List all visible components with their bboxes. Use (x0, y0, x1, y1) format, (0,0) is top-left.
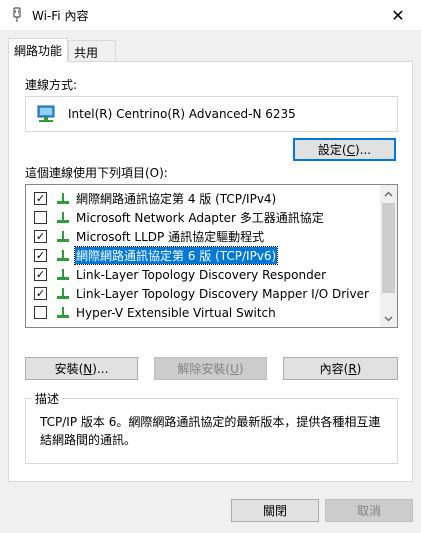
scroll-up-button[interactable] (380, 185, 397, 202)
description-title: 描述 (32, 390, 63, 407)
properties-button[interactable]: 內容(R) (283, 357, 398, 380)
item-checkbox[interactable]: ✓ (34, 287, 47, 300)
tab-networking[interactable]: 網路功能 (8, 38, 69, 62)
networking-panel: 連線方式: Intel(R) Centrino(R) Advanced-N 62… (8, 61, 413, 482)
protocol-icon (57, 288, 69, 299)
install-button-label: 安裝(N)... (54, 362, 109, 376)
chevron-up-icon (384, 191, 393, 196)
network-properties-icon (13, 7, 21, 22)
item-checkbox[interactable]: ✓ (34, 268, 47, 281)
adapter-name: Intel(R) Centrino(R) Advanced-N 6235 (68, 107, 296, 121)
list-item[interactable]: Hyper-V Extensible Virtual Switch (26, 303, 382, 322)
network-adapter-icon (37, 105, 55, 122)
list-item[interactable]: ✓ Link-Layer Topology Discovery Mapper I… (26, 284, 382, 303)
item-label: Microsoft Network Adapter 多工器通訊協定 (76, 211, 324, 225)
properties-button-label: 內容(R) (319, 362, 362, 376)
check-icon: ✓ (35, 230, 46, 243)
check-icon: ✓ (35, 249, 46, 262)
scroll-down-button[interactable] (380, 310, 397, 327)
close-button[interactable]: ✕ (375, 0, 421, 30)
protocol-icon (57, 307, 69, 318)
window-title: Wi-Fi 內容 (32, 9, 89, 23)
check-icon: ✓ (35, 192, 46, 205)
adapter-box: Intel(R) Centrino(R) Advanced-N 6235 (25, 96, 398, 132)
check-icon: ✓ (35, 287, 46, 300)
close-dialog-button[interactable]: 關閉 (231, 499, 319, 522)
description-group: 描述 TCP/IP 版本 6。網際網路通訊協定的最新版本，提供各種相互連結網路間… (25, 390, 398, 464)
tab-sharing[interactable]: 共用 (68, 40, 116, 62)
uninstall-button-label: 解除安裝(U) (177, 362, 244, 376)
protocol-icon (57, 212, 69, 223)
item-checkbox[interactable] (34, 306, 47, 319)
list-item[interactable]: ✓ Microsoft LLDP 通訊協定驅動程式 (26, 227, 382, 246)
item-checkbox[interactable]: ✓ (34, 249, 47, 262)
uninstall-button[interactable]: 解除安裝(U) (154, 357, 267, 380)
list-item[interactable]: ✓ Link-Layer Topology Discovery Responde… (26, 265, 382, 284)
list-item[interactable]: ✓ 網際網路通訊協定第 6 版 (TCP/IPv6) (26, 246, 382, 265)
protocol-icon (57, 193, 69, 204)
item-checkbox[interactable] (34, 211, 47, 224)
item-checkbox[interactable]: ✓ (34, 230, 47, 243)
cancel-button[interactable]: 取消 (325, 499, 413, 522)
protocol-icon (57, 250, 69, 261)
item-label: Hyper-V Extensible Virtual Switch (76, 305, 276, 320)
list-item[interactable]: Microsoft Network Adapter 多工器通訊協定 (26, 208, 382, 227)
check-icon: ✓ (35, 268, 46, 281)
protocol-icon (57, 231, 69, 242)
list-item[interactable]: ✓ 網際網路通訊協定第 4 版 (TCP/IPv4) (26, 189, 382, 208)
close-icon: ✕ (391, 5, 405, 25)
connect-using-label: 連線方式: (25, 78, 78, 92)
item-label: Microsoft LLDP 通訊協定驅動程式 (76, 230, 265, 244)
item-label: Link-Layer Topology Discovery Responder (76, 267, 327, 282)
tab-networking-label: 網路功能 (14, 44, 63, 58)
components-list[interactable]: ✓ 網際網路通訊協定第 4 版 (TCP/IPv4) Microsoft Net… (25, 184, 398, 328)
item-label: 網際網路通訊協定第 6 版 (TCP/IPv6) (73, 246, 279, 265)
chevron-down-icon (384, 316, 393, 321)
install-button[interactable]: 安裝(N)... (25, 357, 138, 380)
description-text: TCP/IP 版本 6。網際網路通訊協定的最新版本，提供各種相互連結網路間的通訊… (40, 415, 381, 447)
configure-button[interactable]: 設定(C)... (293, 138, 396, 161)
close-dialog-label: 關閉 (262, 504, 287, 518)
tab-sharing-label: 共用 (74, 46, 99, 60)
protocol-icon (57, 269, 69, 280)
configure-button-label: 設定(C)... (317, 143, 372, 157)
scroll-thumb[interactable] (382, 203, 395, 293)
item-checkbox[interactable]: ✓ (34, 192, 47, 205)
item-label: Link-Layer Topology Discovery Mapper I/O… (76, 286, 369, 301)
title-bar: Wi-Fi 內容 ✕ (0, 0, 421, 30)
items-label: 這個連線使用下列項目(O): (25, 166, 168, 180)
item-label: 網際網路通訊協定第 4 版 (TCP/IPv4) (76, 192, 277, 206)
list-scrollbar[interactable] (380, 185, 397, 327)
cancel-button-label: 取消 (356, 504, 381, 518)
